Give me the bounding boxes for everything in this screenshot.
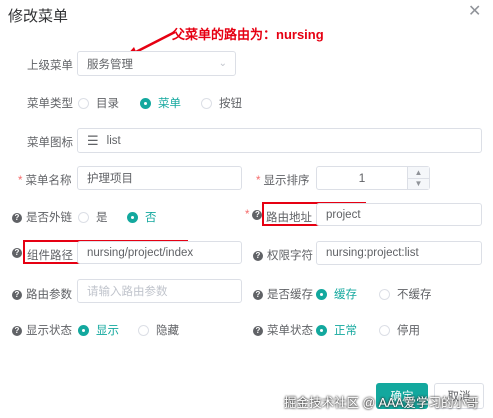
menu-type-radio-directory[interactable]: 目录	[78, 95, 119, 111]
help-icon: ?	[253, 250, 263, 261]
parent-menu-select[interactable]: 服务管理 ⌄	[77, 51, 236, 76]
menu-icon-value: list	[106, 134, 121, 147]
menu-type-radio-button[interactable]: 按钮	[201, 95, 242, 111]
annotation-text: 父菜单的路由为：nursing	[172, 27, 324, 42]
list-icon: ☰	[87, 132, 99, 148]
menu-icon-label: 菜单图标	[27, 137, 73, 149]
status-radio-normal[interactable]: 正常	[316, 322, 357, 338]
increment-icon[interactable]: ▲	[408, 167, 429, 178]
route-path-label-text: 路由地址	[266, 212, 312, 224]
menu-icon-input[interactable]: ☰ list	[77, 128, 482, 153]
external-link-radio-no[interactable]: 否	[127, 209, 157, 225]
menu-name-input[interactable]: 护理项目	[77, 166, 242, 190]
visible-radio-hide[interactable]: 隐藏	[138, 322, 179, 338]
decrement-icon[interactable]: ▼	[408, 177, 429, 189]
external-link-label: ? 是否外链	[12, 209, 72, 225]
route-params-input[interactable]: 请输入路由参数	[77, 279, 242, 303]
menu-type-radio-menu[interactable]: 菜单	[140, 95, 181, 111]
component-path-label: 组件路径	[27, 250, 73, 262]
sort-order-stepper[interactable]: 1 ▲ ▼	[316, 166, 430, 190]
permission-input[interactable]: nursing:project:list	[316, 241, 482, 265]
chevron-down-icon: ⌄	[218, 58, 227, 69]
menu-type-label: 菜单类型	[27, 98, 73, 110]
help-icon: ?	[12, 247, 22, 258]
help-icon: ?	[253, 289, 263, 300]
external-link-radio-yes[interactable]: 是	[78, 209, 108, 225]
sort-order-value: 1	[358, 171, 366, 185]
visible-label: ? 显示状态	[12, 322, 72, 338]
parent-menu-label: 上级菜单	[27, 60, 73, 72]
parent-menu-value: 服务管理	[87, 58, 133, 71]
help-icon: ?	[12, 325, 22, 336]
route-path-input[interactable]: project	[316, 203, 482, 226]
visible-radio-show[interactable]: 显示	[78, 322, 119, 338]
route-params-label: ? 路由参数	[12, 286, 72, 302]
menu-name-label: * 菜单名称	[18, 175, 72, 187]
status-label: ? 菜单状态	[253, 322, 313, 338]
cache-label: ? 是否缓存	[253, 286, 313, 302]
help-icon: ?	[12, 289, 22, 300]
dialog-title: 修改菜单	[8, 8, 69, 25]
status-radio-disabled[interactable]: 停用	[379, 322, 420, 338]
help-icon: ?	[253, 325, 263, 336]
cache-radio-cache[interactable]: 缓存	[316, 286, 357, 302]
cache-radio-no-cache[interactable]: 不缓存	[379, 286, 432, 302]
close-icon[interactable]: ✕	[468, 4, 481, 20]
component-path-input[interactable]: nursing/project/index	[77, 241, 242, 264]
help-icon: ?	[12, 212, 22, 223]
help-icon: ?	[252, 209, 263, 220]
permission-label: ? 权限字符	[253, 247, 313, 263]
sort-order-label: * 显示排序	[256, 175, 310, 187]
watermark: 掘金技术社区 @ AAA爱学习的小哥	[284, 396, 479, 410]
